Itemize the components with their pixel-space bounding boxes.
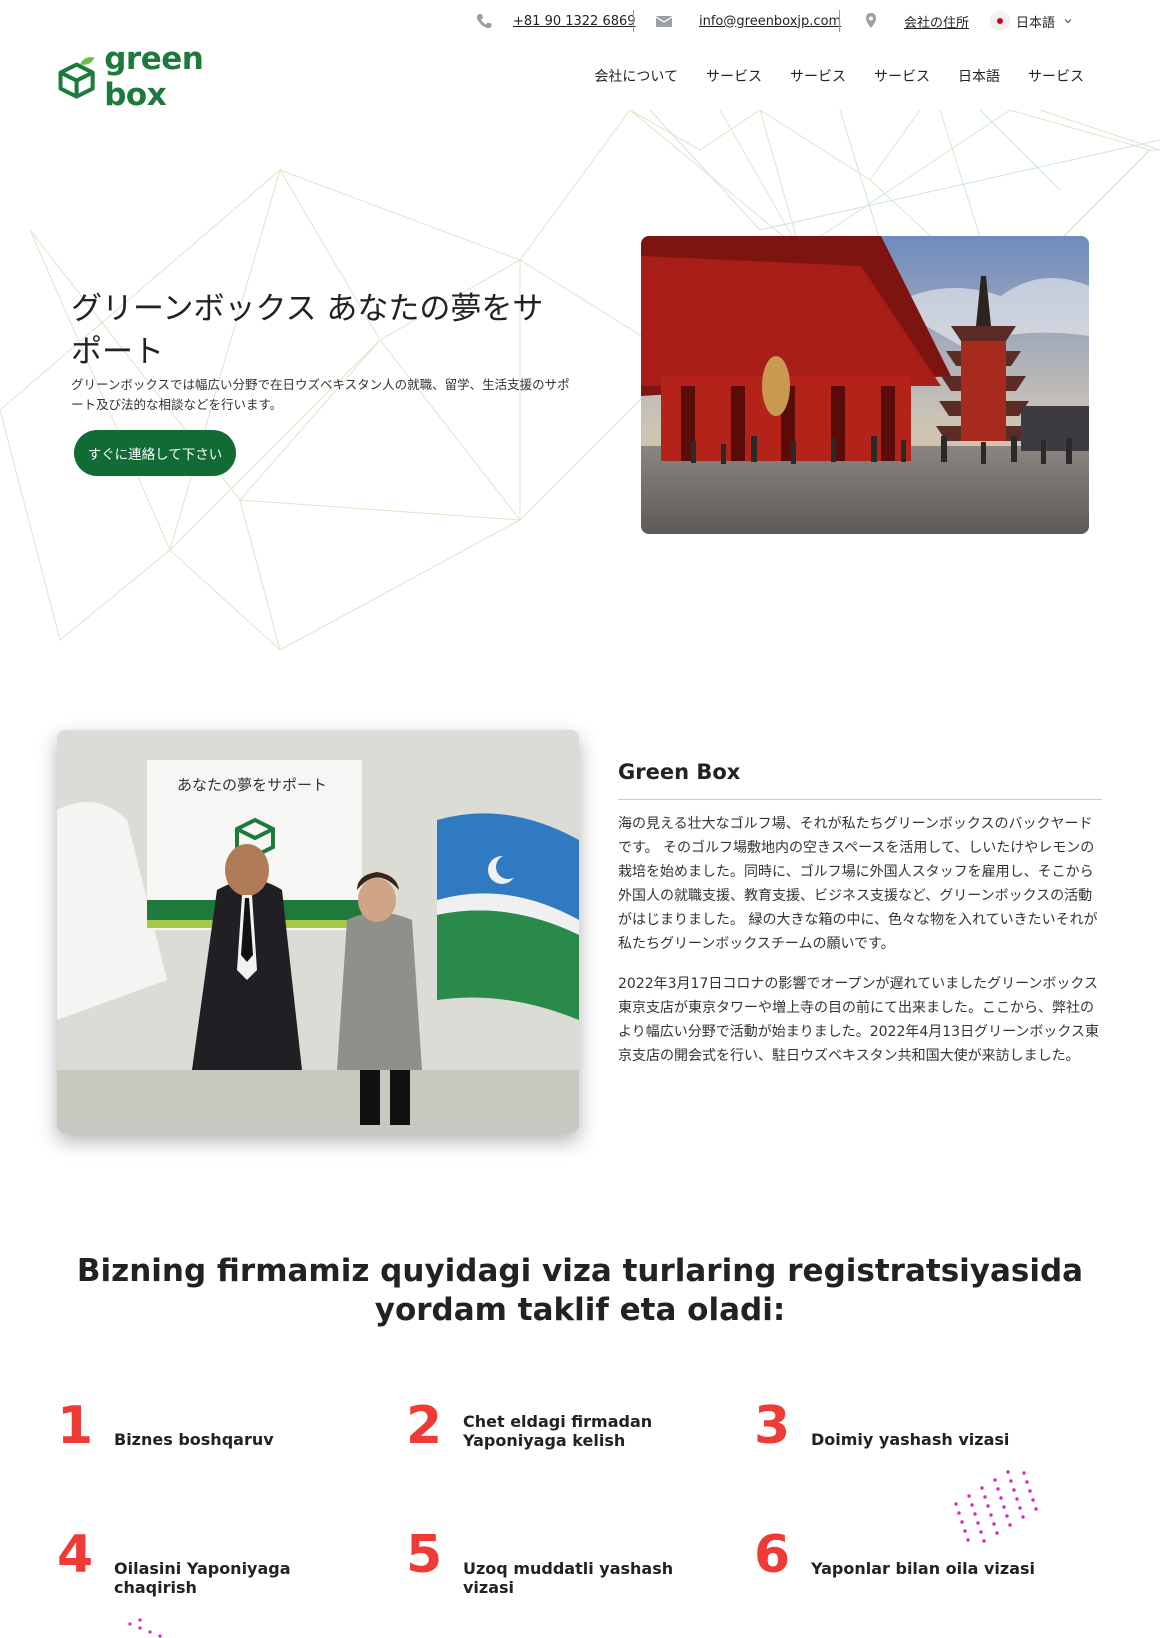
decorative-dot xyxy=(1018,1506,1022,1510)
decorative-dot xyxy=(1008,1523,1012,1527)
viza-item: 4 Oilasini Yaponiyaga chaqirish xyxy=(57,1525,377,1597)
decorative-dot xyxy=(1015,1497,1019,1501)
decorative-dot xyxy=(983,1495,987,1499)
decorative-dot xyxy=(957,1511,961,1515)
nav-item-services[interactable]: サービス xyxy=(790,66,846,86)
decorative-dot xyxy=(1034,1507,1038,1511)
decorative-dot xyxy=(1021,1515,1025,1519)
decorative-dot xyxy=(986,1504,990,1508)
decorative-dot xyxy=(970,1503,974,1507)
chevron-down-icon xyxy=(1064,19,1072,24)
decorative-dot xyxy=(989,1513,993,1517)
decorative-dot xyxy=(1022,1471,1026,1475)
about-title: Green Box xyxy=(618,760,741,784)
decorative-dot xyxy=(960,1520,964,1524)
phone-icon xyxy=(476,14,492,29)
green-box-logo-icon xyxy=(58,57,95,99)
viza-item: 5 Uzoq muddatli yashash vizasi xyxy=(406,1525,726,1597)
main-nav: 会社について サービス サービス サービス 日本語 サービス xyxy=(594,66,1084,86)
decorative-dot xyxy=(1025,1480,1029,1484)
hero-subtitle: グリーンボックスでは幅広い分野で在日ウズベキスタン人の就職、留学、生活支援のサポ… xyxy=(71,377,570,412)
about-team-photo: あなたの夢をサポート xyxy=(57,730,579,1133)
decorative-dot xyxy=(1028,1489,1032,1493)
decorative-dot xyxy=(1005,1514,1009,1518)
language-label: 日本語 xyxy=(1016,15,1056,31)
decorative-dot xyxy=(976,1521,980,1525)
decorative-dot xyxy=(980,1486,984,1490)
language-selector[interactable]: 日本語 xyxy=(1016,8,1073,34)
viza-number: 2 xyxy=(406,1396,443,1456)
viza-item: 3 Doimiy yashash vizasi xyxy=(754,1396,1074,1456)
phone-link[interactable]: +81 90 1322 6869 xyxy=(513,14,636,29)
decorative-dot xyxy=(966,1538,970,1542)
logo-text: green box xyxy=(104,41,204,113)
decorative-dot xyxy=(973,1512,977,1516)
japan-flag-icon xyxy=(990,11,1010,31)
nav-item-services[interactable]: サービス xyxy=(874,66,930,86)
banner-text: あなたの夢をサポート xyxy=(177,776,327,794)
nav-item-services[interactable]: サービス xyxy=(706,66,762,86)
decorative-dot xyxy=(967,1494,971,1498)
viza-label: Oilasini Yaponiyaga chaqirish xyxy=(114,1559,291,1597)
divider xyxy=(839,10,840,32)
address-link[interactable]: 会社の住所 xyxy=(904,12,969,31)
viza-item: 2 Chet eldagi firmadan Yaponiyaga kelish xyxy=(406,1396,726,1456)
decorative-dot xyxy=(995,1531,999,1535)
nav-item-language[interactable]: 日本語 xyxy=(958,66,1000,86)
viza-section-title: Bizning firmamiz quyidagi viza turlaring… xyxy=(76,1253,1084,1328)
viza-number: 5 xyxy=(406,1525,443,1585)
contact-cta-button[interactable]: すぐに連絡して下さい xyxy=(74,430,236,476)
location-pin-icon xyxy=(866,13,876,28)
viza-number: 1 xyxy=(57,1396,94,1456)
decorative-dot xyxy=(954,1502,958,1506)
decorative-dot xyxy=(999,1496,1003,1500)
viza-label: Doimiy yashash vizasi xyxy=(811,1430,1010,1449)
decorative-dot xyxy=(992,1522,996,1526)
email-link[interactable]: info@greenboxjp.com xyxy=(699,14,841,29)
mail-icon xyxy=(655,16,673,27)
decorative-dot xyxy=(979,1530,983,1534)
viza-label: Uzoq muddatli yashash vizasi xyxy=(463,1559,674,1597)
decorative-dots xyxy=(128,1618,162,1638)
about-paragraph-2: 2022年3月17日コロナの影響でオープンが遅れていましたグリーンボックス東京支… xyxy=(618,976,1099,1064)
viza-number: 3 xyxy=(754,1396,791,1456)
nav-item-services[interactable]: サービス xyxy=(1028,66,1084,86)
decorative-dot xyxy=(982,1539,986,1543)
decorative-dot xyxy=(1031,1498,1035,1502)
divider xyxy=(618,799,1102,800)
viza-number: 6 xyxy=(754,1525,791,1585)
decorative-dots xyxy=(954,1470,1038,1543)
decorative-dot xyxy=(1002,1505,1006,1509)
about-paragraph-1: 海の見える壮大なゴルフ場、それが私たちグリーンボックスのバックヤードです。 その… xyxy=(618,816,1098,952)
decorative-dot xyxy=(993,1478,997,1482)
viza-item: 1 Biznes boshqaruv xyxy=(57,1396,377,1456)
nav-item-about[interactable]: 会社について xyxy=(594,66,678,86)
decorative-dot xyxy=(996,1487,1000,1491)
viza-label: Chet eldagi firmadan Yaponiyaga kelish xyxy=(463,1412,653,1450)
decorative-dot xyxy=(963,1529,967,1533)
viza-label: Biznes boshqaruv xyxy=(114,1430,274,1449)
top-contact-bar: +81 90 1322 6869 info@greenboxjp.com 会社の… xyxy=(0,8,1160,34)
logo[interactable]: green box xyxy=(57,41,257,113)
hero-temple-image xyxy=(641,236,1089,534)
divider xyxy=(633,10,634,32)
decorative-dot xyxy=(1009,1479,1013,1483)
viza-label: Yaponlar bilan oila vizasi xyxy=(811,1559,1036,1578)
decorative-dot xyxy=(1006,1470,1010,1474)
hero-title: グリーンボックス あなたの夢をサポート xyxy=(71,291,544,370)
decorative-dot xyxy=(1012,1488,1016,1492)
viza-number: 4 xyxy=(57,1525,94,1585)
